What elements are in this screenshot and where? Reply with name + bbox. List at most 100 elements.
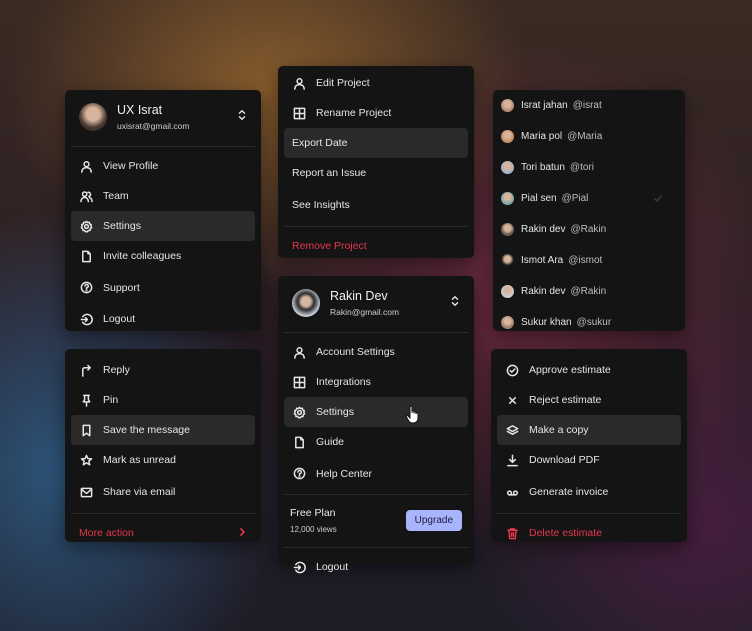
hand-cursor-icon xyxy=(405,405,419,424)
grid-icon xyxy=(292,106,306,120)
avatar xyxy=(292,289,320,317)
menu-item-label: Help Center xyxy=(316,467,373,480)
gear-icon xyxy=(292,405,306,419)
help-icon xyxy=(79,281,93,295)
menu-item-team[interactable]: Team xyxy=(71,181,255,211)
bookmark-icon xyxy=(79,423,93,437)
user-avatar xyxy=(501,285,514,298)
user-list-item[interactable]: Rakin dev @Rakin xyxy=(493,214,685,245)
menu-item-rename-project[interactable]: Rename Project xyxy=(284,98,468,128)
menu-item-account-settings[interactable]: Account Settings xyxy=(284,337,468,367)
user-mention-list: Israt jahan @israt Maria pol @Maria Tori bat… xyxy=(493,90,685,331)
chevron-up-down-icon[interactable] xyxy=(237,108,247,126)
menu-item-pin[interactable]: Pin xyxy=(71,385,255,415)
menu-item-generate-invoice[interactable]: Generate invoice xyxy=(497,475,681,509)
menu-item-report-issue[interactable]: Report an Issue xyxy=(284,158,468,188)
menu-item-edit-project[interactable]: Edit Project xyxy=(284,68,468,98)
menu-item-label: Logout xyxy=(316,561,349,573)
user-list-item[interactable]: Ismot Ara @ismot xyxy=(493,245,685,276)
user-avatar xyxy=(501,192,514,205)
user-name: Rakin dev xyxy=(521,286,566,297)
menu-item-invite-colleagues[interactable]: Invite colleagues xyxy=(71,241,255,271)
menu-item-download-pdf[interactable]: Download PDF xyxy=(497,445,681,475)
menu-item-label: See Insights xyxy=(292,199,350,211)
logout-icon xyxy=(79,312,93,326)
close-icon xyxy=(505,393,519,407)
gear-icon xyxy=(79,219,93,233)
menu-item-label: Reject estimate xyxy=(529,394,602,406)
menu-item-label: Integrations xyxy=(316,376,371,388)
user-handle: @Rakin xyxy=(570,286,607,297)
menu-item-make-copy[interactable]: Make a copy xyxy=(497,415,681,445)
user-name: Maria pol xyxy=(521,131,563,142)
user-list-item[interactable]: Israt jahan @israt xyxy=(493,90,685,121)
user-handle: @Rakin xyxy=(570,224,607,235)
menu-item-label: Save the message xyxy=(103,424,190,436)
menu-item-settings[interactable]: Settings xyxy=(71,211,255,241)
star-icon xyxy=(79,453,93,467)
divider xyxy=(284,547,468,548)
menu-item-label: Settings xyxy=(103,220,141,232)
grid-icon xyxy=(292,375,306,389)
pin-icon xyxy=(79,393,93,407)
profile-email: uxisrat@gmail.com xyxy=(117,121,190,131)
user-icon xyxy=(79,159,93,173)
trash-icon xyxy=(505,526,519,540)
menu-item-label: Pin xyxy=(103,394,119,406)
menu-item-integrations[interactable]: Integrations xyxy=(284,367,468,397)
menu-item-reply[interactable]: Reply xyxy=(71,355,255,385)
menu-item-logout[interactable]: Logout xyxy=(71,304,255,334)
chevron-up-down-icon[interactable] xyxy=(450,294,460,312)
chevron-right-icon xyxy=(237,527,247,540)
user-name: Ismot Ara xyxy=(521,255,564,266)
upgrade-button[interactable]: Upgrade xyxy=(405,509,462,531)
download-icon xyxy=(505,453,519,467)
menu-item-label: Settings xyxy=(316,406,354,418)
remove-project-item[interactable]: Remove Project xyxy=(284,231,468,261)
menu-item-settings[interactable]: Settings xyxy=(284,397,468,427)
menu-item-logout[interactable]: Logout xyxy=(284,552,468,582)
menu-item-export-date[interactable]: Export Date xyxy=(284,128,468,158)
menu-item-see-insights[interactable]: See Insights xyxy=(284,188,468,222)
more-action-item[interactable]: More action xyxy=(71,518,255,548)
user-list-item[interactable]: Maria pol @Maria xyxy=(493,121,685,152)
user-list-item[interactable]: Pial sen @Pial xyxy=(493,183,685,214)
menu-item-label: Approve estimate xyxy=(529,364,611,376)
user-handle: @Maria xyxy=(567,131,603,142)
menu-item-approve-estimate[interactable]: Approve estimate xyxy=(497,355,681,385)
menu-item-label: Generate invoice xyxy=(529,486,609,498)
menu-item-label: Account Settings xyxy=(316,346,395,358)
mail-icon xyxy=(79,485,93,499)
users-icon xyxy=(79,189,93,203)
menu-item-share-email[interactable]: Share via email xyxy=(71,475,255,509)
menu-item-label: Rename Project xyxy=(316,107,392,119)
divider xyxy=(284,494,468,495)
divider xyxy=(71,513,255,514)
profile-header[interactable]: Rakin Dev Rakin@gmail.com xyxy=(284,282,468,328)
user-list-item[interactable]: Tori batun @tori xyxy=(493,152,685,183)
menu-item-label: Report an Issue xyxy=(292,167,367,179)
logout-icon xyxy=(292,560,306,574)
user-list-item[interactable]: Rakin dev @Rakin xyxy=(493,276,685,307)
menu-item-label: Delete estimate xyxy=(529,527,602,539)
menu-item-reject-estimate[interactable]: Reject estimate xyxy=(497,385,681,415)
user-list-item[interactable]: Sukur khan @sukur xyxy=(493,307,685,331)
menu-item-delete-estimate[interactable]: Delete estimate xyxy=(497,518,681,548)
menu-item-label: Support xyxy=(103,281,140,294)
remove-project-label: Remove Project xyxy=(292,240,367,252)
menu-item-view-profile[interactable]: View Profile xyxy=(71,151,255,181)
user-name: Pial sen xyxy=(521,193,557,204)
menu-item-mark-unread[interactable]: Mark as unread xyxy=(71,445,255,475)
more-action-label: More action xyxy=(79,527,134,539)
menu-item-help-center[interactable]: Help Center xyxy=(284,457,468,490)
project-actions-menu: Edit Project Rename Project Export Date … xyxy=(278,66,474,258)
avatar xyxy=(79,103,107,131)
profile-header[interactable]: UX Israt uxisrat@gmail.com xyxy=(71,96,255,142)
user-avatar xyxy=(501,316,514,329)
menu-item-save-message[interactable]: Save the message xyxy=(71,415,255,445)
user-list: Israt jahan @israt Maria pol @Maria Tori bat… xyxy=(493,90,685,331)
user-icon xyxy=(292,345,306,359)
menu-item-support[interactable]: Support xyxy=(71,271,255,304)
menu-item-guide[interactable]: Guide xyxy=(284,427,468,457)
menu-item-label: Reply xyxy=(103,364,130,376)
